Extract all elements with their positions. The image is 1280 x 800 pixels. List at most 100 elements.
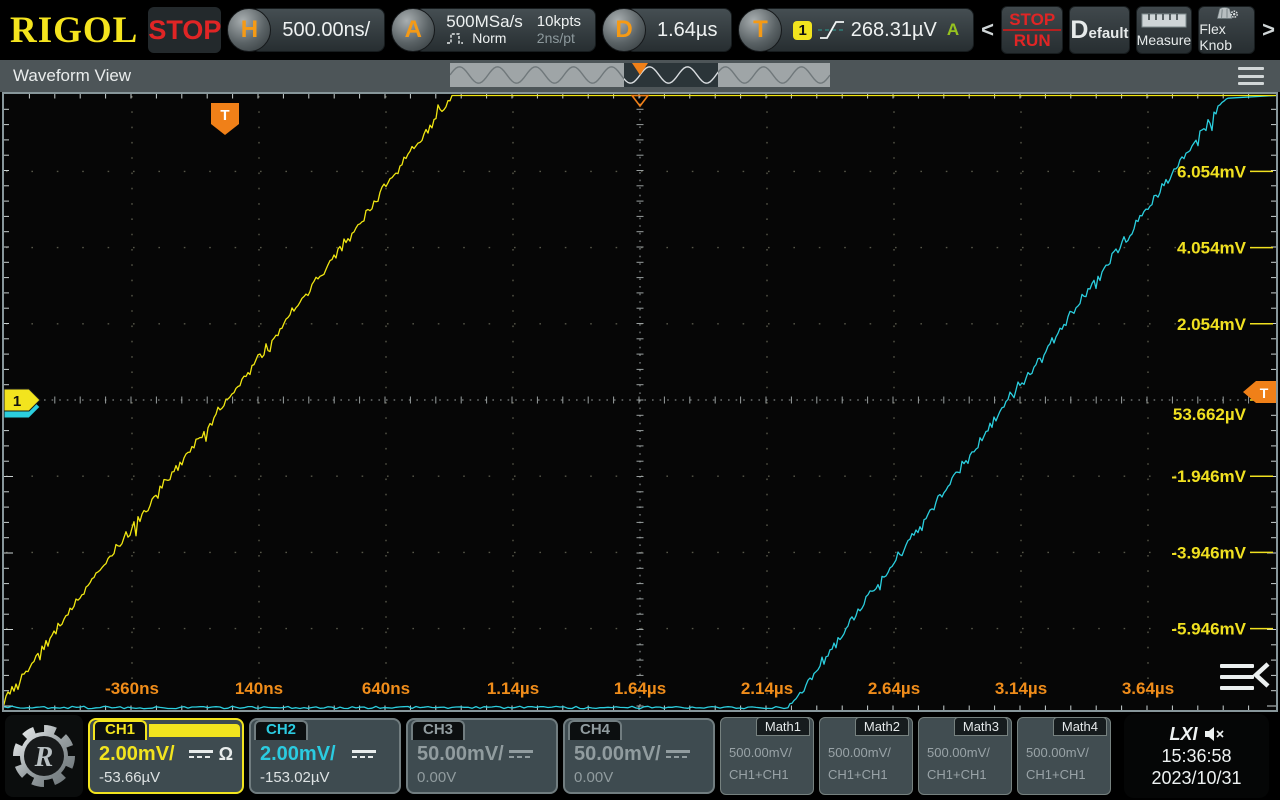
math3-expression: CH1+CH1 — [927, 764, 1011, 786]
volt-label: 53.662µV — [1173, 405, 1247, 424]
ch4-tab[interactable]: CH4 — [568, 720, 622, 740]
volt-label: -3.946mV — [1171, 543, 1246, 562]
ch2-coupling-icon — [352, 750, 376, 758]
flex-knob-button[interactable]: Flex Knob — [1198, 6, 1255, 54]
acquire-knob[interactable]: A — [391, 8, 435, 52]
delay-group: D 1.64µs — [602, 6, 732, 54]
default-button[interactable]: Default — [1069, 6, 1129, 54]
pulse-icon — [446, 32, 468, 45]
ch1-coupling-icon — [189, 750, 213, 758]
volt-label: 6.054mV — [1177, 162, 1247, 181]
channel-card-ch1[interactable]: CH1 2.00mV/ Ω -53.66µV — [88, 718, 244, 794]
trigger-sweep-mode: A — [947, 20, 959, 40]
math2-card[interactable]: Math2 500.00mV/ CH1+CH1 — [819, 717, 913, 795]
math1-expression: CH1+CH1 — [729, 764, 813, 786]
time-label: 2.64µs — [868, 679, 920, 698]
waveform-view-title: Waveform View — [13, 66, 131, 86]
math2-expression: CH1+CH1 — [828, 764, 912, 786]
acquire-pill[interactable]: 500MSa/s Norm 10kpts 2ns/pt — [415, 8, 596, 52]
delay-knob[interactable]: D — [602, 8, 646, 52]
channel-card-ch3[interactable]: CH3 50.00mV/ 0.00V — [406, 718, 558, 794]
measure-button[interactable]: Measure — [1136, 6, 1193, 54]
math1-tab[interactable]: Math1 — [756, 717, 810, 736]
expand-chevron[interactable]: > — [1261, 17, 1276, 43]
math4-tab[interactable]: Math4 — [1053, 717, 1107, 736]
horizontal-scale-pill[interactable]: 500.00ns/ — [251, 8, 385, 52]
graticule[interactable]: 6.054mV 4.054mV 2.054mV 53.662µV -1.946mV -3.… — [2, 92, 1278, 712]
math3-card[interactable]: Math3 500.00mV/ CH1+CH1 — [918, 717, 1012, 795]
waveform-view-bar: Waveform View — [0, 60, 1280, 92]
ruler-icon — [1141, 12, 1187, 30]
graticule-menu-icon — [1220, 675, 1254, 679]
horizontal-scale-value: 500.00ns/ — [282, 19, 370, 42]
collapse-chevron[interactable]: < — [980, 17, 995, 43]
ch3-tab[interactable]: CH3 — [411, 720, 465, 740]
time-label: 3.14µs — [995, 679, 1047, 698]
ch1-marker-label: 1 — [13, 393, 21, 410]
horizontal-nav-strip[interactable] — [450, 63, 830, 87]
ch2-offset: -153.02µV — [260, 769, 390, 786]
time-label: 640ns — [362, 679, 410, 698]
math1-card[interactable]: Math1 500.00mV/ CH1+CH1 — [720, 717, 814, 795]
bottom-bar: R CH1 2.00mV/ Ω -53.66µV — [0, 712, 1280, 800]
lxi-label: LXI — [1169, 724, 1197, 745]
system-date: 2023/10/31 — [1151, 768, 1241, 789]
stop-label: STOP — [1003, 10, 1061, 31]
sample-rate: 500MSa/s — [446, 13, 523, 30]
rigol-gear-logo[interactable]: R — [5, 715, 83, 797]
system-time: 15:36:58 — [1161, 746, 1231, 767]
graticule-menu-chevron — [1256, 664, 1268, 686]
measure-label: Measure — [1137, 32, 1191, 48]
math4-expression: CH1+CH1 — [1026, 764, 1110, 786]
volt-label: 2.054mV — [1177, 315, 1247, 334]
trigger-pill[interactable]: 1 268.31µV A — [762, 8, 974, 52]
math3-scale: 500.00mV/ — [927, 742, 1011, 764]
volt-label: 4.054mV — [1177, 239, 1247, 258]
default-initial: D — [1070, 16, 1088, 44]
volt-label: -1.946mV — [1171, 467, 1246, 486]
math4-card[interactable]: Math4 500.00mV/ CH1+CH1 — [1017, 717, 1111, 795]
graticule-menu-icon — [1220, 686, 1254, 690]
trigger-flag-label: T — [220, 107, 229, 124]
time-label: -360ns — [105, 679, 159, 698]
trigger-level-value: 268.31µV — [851, 19, 937, 42]
run-label: RUN — [1014, 31, 1051, 50]
time-label: 140ns — [235, 679, 283, 698]
ch1-scale: 2.00mV/ — [99, 743, 175, 766]
rigol-logo: RIGOL — [4, 9, 142, 52]
acquire-group: A 500MSa/s Norm 10kpts 2ns/pt — [391, 6, 596, 54]
channel-card-ch4[interactable]: CH4 50.00mV/ 0.00V — [563, 718, 715, 794]
top-bar: RIGOL STOP H 500.00ns/ A 500MSa/s Norm — [0, 0, 1280, 60]
ch3-offset: 0.00V — [417, 769, 547, 786]
acquisition-status-button[interactable]: STOP — [148, 7, 221, 53]
time-label: 1.64µs — [614, 679, 666, 698]
oscilloscope-screen: RIGOL STOP H 500.00ns/ A 500MSa/s Norm — [0, 0, 1280, 800]
math2-tab[interactable]: Math2 — [855, 717, 909, 736]
ch4-scale: 50.00mV/ — [574, 743, 661, 766]
trigger-group: T 1 268.31µV A — [738, 6, 974, 54]
time-label: 1.14µs — [487, 679, 539, 698]
menu-icon[interactable] — [1238, 67, 1264, 85]
ch1-active-strip — [149, 724, 240, 737]
delay-value: 1.64µs — [657, 19, 717, 42]
rising-edge-icon — [818, 18, 845, 42]
status-panel[interactable]: LXI 15:36:58 2023/10/31 — [1124, 714, 1269, 798]
sample-interval: 2ns/pt — [537, 30, 581, 47]
ch2-tab[interactable]: CH2 — [254, 720, 308, 740]
time-label: 3.64µs — [1122, 679, 1174, 698]
math3-tab[interactable]: Math3 — [954, 717, 1008, 736]
memory-depth: 10kpts — [537, 13, 581, 30]
ch1-tab[interactable]: CH1 — [93, 720, 147, 740]
speaker-muted-icon — [1204, 726, 1224, 742]
horizontal-group: H 500.00ns/ — [227, 6, 385, 54]
math1-scale: 500.00mV/ — [729, 742, 813, 764]
channel-card-ch2[interactable]: CH2 2.00mV/ -153.02µV — [249, 718, 401, 794]
math2-scale: 500.00mV/ — [828, 742, 912, 764]
acquire-mode: Norm — [472, 30, 506, 47]
ch2-scale: 2.00mV/ — [260, 743, 336, 766]
ch3-scale: 50.00mV/ — [417, 743, 504, 766]
ch1-offset: -53.66µV — [99, 769, 233, 786]
stop-run-button[interactable]: STOP RUN — [1001, 6, 1063, 54]
ch3-coupling-icon — [509, 750, 533, 758]
volt-label: -5.946mV — [1171, 620, 1246, 639]
